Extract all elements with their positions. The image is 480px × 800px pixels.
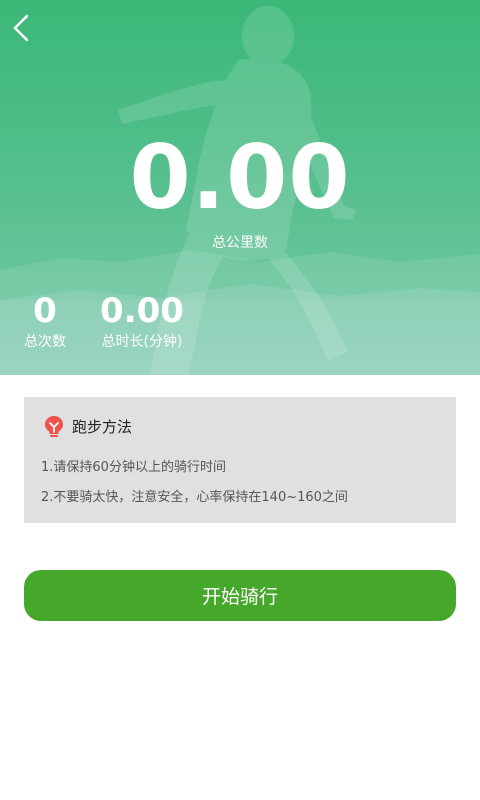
total-duration-label: 总时长(分钟) [101, 334, 183, 350]
total-km-label: 总公里数 [212, 235, 268, 251]
total-km-value: 0.00 [129, 126, 351, 229]
tips-title: 跑步方法 [72, 418, 133, 436]
back-button[interactable] [4, 10, 38, 46]
total-count-value: 0 [33, 291, 57, 331]
tips-panel: 跑步方法 1.请保持60分钟以上的骑行时间 2.不要骑太快，注意安全，心率保持在… [24, 397, 456, 523]
tips-header: 跑步方法 [44, 415, 132, 439]
hero-banner: 0.00 总公里数 0 总次数 0.00 总时长(分钟) [0, 0, 480, 375]
total-duration-stat: 0.00 总时长(分钟) [96, 290, 188, 352]
total-count-stat: 0 总次数 [20, 290, 70, 352]
total-count-label: 总次数 [24, 334, 66, 350]
tip-item-2: 2.不要骑太快，注意安全，心率保持在140~160之间 [41, 490, 348, 505]
tip-item-1: 1.请保持60分钟以上的骑行时间 [41, 460, 226, 475]
start-cycling-button[interactable]: 开始骑行 [24, 570, 456, 621]
total-duration-value: 0.00 [100, 291, 184, 331]
chevron-left-icon [13, 14, 29, 42]
lightbulb-icon [45, 416, 63, 437]
